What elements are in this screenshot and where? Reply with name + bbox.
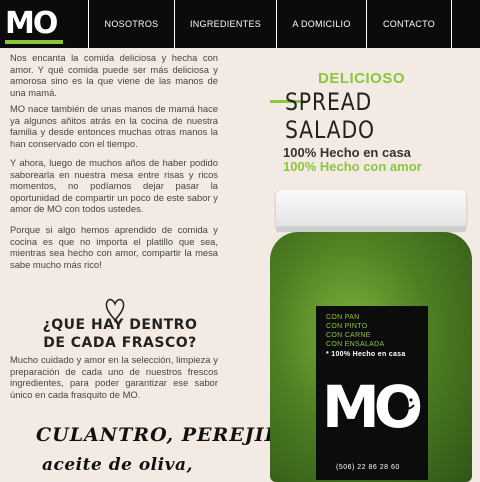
top-navigation-bar: MO NOSOTROS INGREDIENTES A DOMICILIO CON… bbox=[0, 0, 480, 48]
ingredients-answer: Mucho cuidado y amor en la selección, li… bbox=[10, 354, 218, 400]
nav-item-ingredientes[interactable]: INGREDIENTES bbox=[174, 0, 276, 48]
logo-text: MO bbox=[5, 6, 58, 41]
label-line-ensalada: CON ENSALADA bbox=[326, 341, 385, 348]
phone-number: (506) 22 86 28 60 bbox=[336, 464, 400, 471]
hecho-en-casa-tagline: 100% Hecho en casa bbox=[283, 145, 411, 160]
label-line-pan: CON PAN bbox=[326, 314, 360, 321]
logo-underline bbox=[5, 40, 63, 44]
jar-label: CON PAN CON PINTO CON CARNE CON ENSALADA… bbox=[316, 306, 428, 480]
label-line-carne: CON CARNE bbox=[326, 332, 371, 339]
smile-icon bbox=[401, 398, 415, 410]
handwritten-ingredients-line1: CULANTRO, PEREJIL, bbox=[36, 424, 287, 446]
nav-item-nosotros[interactable]: NOSOTROS bbox=[88, 0, 174, 48]
spread-salado-heading: SPREAD SALADO bbox=[285, 88, 375, 144]
handwritten-ingredients-line2: aceite de oliva, bbox=[42, 455, 193, 475]
hecho-con-amor-tagline: 100% Hecho con amor bbox=[283, 159, 422, 174]
sharing-paragraph: Y ahora, luego de muchos años de haber p… bbox=[10, 157, 218, 215]
origin-paragraph: MO nace también de unas manos de mamá ha… bbox=[10, 103, 218, 149]
nav-item-contacto[interactable]: CONTACTO bbox=[366, 0, 452, 48]
nav-item-a-domicilio[interactable]: A DOMICILIO bbox=[276, 0, 366, 48]
jar-lid bbox=[276, 190, 466, 230]
label-line-pinto: CON PINTO bbox=[326, 323, 368, 330]
product-jar-image: CON PAN CON PINTO CON CARNE CON ENSALADA… bbox=[268, 190, 480, 482]
love-paragraph: Porque si algo hemos aprendido de comida… bbox=[10, 224, 218, 270]
delicioso-label: DELICIOSO bbox=[318, 70, 406, 87]
label-hecho-en-casa: * 100% Hecho en casa bbox=[326, 351, 406, 358]
intro-paragraph: Nos encanta la comida deliciosa y hecha … bbox=[10, 52, 218, 98]
mo-logo[interactable]: MO bbox=[5, 6, 58, 41]
ingredients-question-heading: ¿QUE HAY DENTRO DE CADA FRASCO? bbox=[42, 317, 198, 351]
